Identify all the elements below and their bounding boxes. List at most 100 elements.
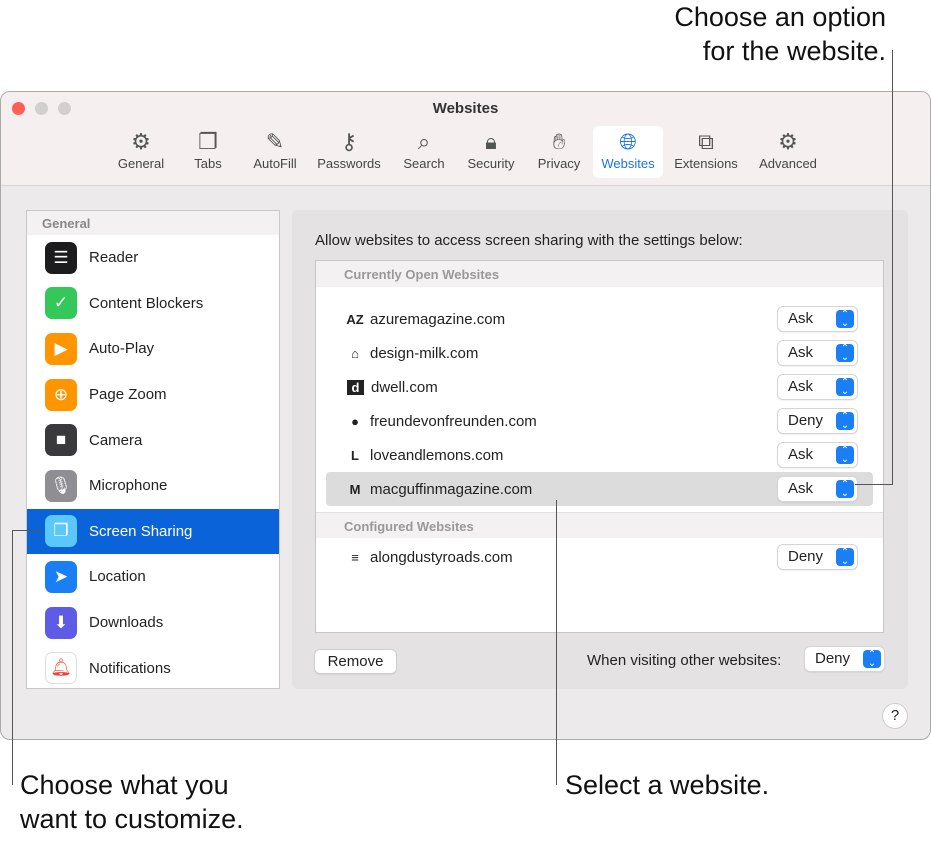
sidebar-item-label: Camera (89, 431, 143, 449)
tab-search[interactable]: ⌕ Search (396, 126, 452, 178)
screen-sharing-icon: ❐ (45, 515, 77, 548)
other-websites-label: When visiting other websites: (587, 652, 782, 669)
tab-general[interactable]: ⚙ General (117, 126, 165, 178)
chevron-updown-icon: ⌃ ⌄ (836, 344, 854, 363)
tab-extensions[interactable]: ⧉ Extensions (669, 126, 743, 178)
popup-value: Ask (788, 310, 814, 327)
favicon-icon: ⌂ (351, 345, 359, 361)
permission-popup[interactable]: Ask ⌃ ⌄ (778, 307, 857, 331)
search-icon: ⌕ (417, 129, 431, 154)
window-title: Websites (432, 100, 499, 117)
popup-value: Ask (788, 378, 814, 395)
settings-panel: Allow websites to access screen sharing … (292, 210, 908, 689)
sidebar-item-label: Page Zoom (89, 386, 167, 404)
tab-label: Security (467, 156, 515, 171)
sidebar-item-content-blockers[interactable]: ✓ Content Blockers (27, 281, 279, 327)
reader-icon: ☰ (45, 241, 77, 274)
website-list: Currently Open Websites Configured Websi… (315, 260, 884, 633)
puzzle-icon: ⧉ (698, 129, 714, 154)
leader-line (556, 500, 557, 785)
permission-popup[interactable]: Ask ⌃ ⌄ (778, 375, 857, 399)
website-row[interactable]: ≡ alongdustyroads.com Deny ⌃ ⌄ (326, 540, 873, 574)
sidebar-item-reader[interactable]: ☰ Reader (27, 235, 279, 281)
website-row[interactable]: Mmacguffinmagazine.com Ask ⌃ ⌄ (326, 472, 873, 506)
tab-autofill[interactable]: ✎ AutoFill (247, 126, 303, 178)
chevron-updown-icon: ⌃ ⌄ (836, 412, 854, 431)
website-row[interactable]: ⌂ design-milk.com Ask ⌃ ⌄ (326, 336, 873, 370)
leader-line (855, 484, 893, 485)
permission-popup[interactable]: Deny ⌃ ⌄ (778, 409, 857, 433)
open-websites-header: Currently Open Websites (316, 261, 883, 287)
chevron-updown-icon: ⌃ ⌄ (836, 378, 854, 397)
callout-line: want to customize. (20, 804, 244, 834)
permission-popup[interactable]: Ask ⌃ ⌄ (778, 443, 857, 467)
leader-line (892, 50, 893, 485)
sidebar-item-downloads[interactable]: ⬇ Downloads (27, 600, 279, 646)
configured-websites-header: Configured Websites (316, 512, 883, 538)
tab-label: Tabs (194, 156, 222, 171)
popup-value: Deny (815, 650, 851, 667)
sidebar-item-location[interactable]: ➤ Location (27, 554, 279, 600)
website-name: azuremagazine.com (370, 310, 506, 328)
website-row[interactable]: ● freundevonfreunden.com Deny ⌃ ⌄ (326, 404, 873, 438)
autofill-icon: ✎ (265, 129, 285, 154)
sidebar-item-label: Microphone (89, 477, 168, 495)
chevron-updown-icon: ⌃ ⌄ (836, 480, 854, 499)
toolbar: Websites ⚙ General ❐ Tabs ✎ AutoFill ⚷ Password… (1, 92, 930, 186)
sidebar-item-label: Auto-Play (89, 340, 155, 358)
favicon-icon: ≡ (351, 549, 359, 565)
gear-icon: ⚙ (131, 129, 151, 154)
sidebar-item-label: Location (89, 568, 146, 586)
sidebar-item-notifications[interactable]: 🔔︎ Notifications (27, 645, 279, 688)
callout-line: Choose what you (20, 770, 229, 800)
tab-label: AutoFill (253, 156, 297, 171)
tab-advanced[interactable]: ⚙ Advanced (751, 126, 825, 178)
tab-privacy[interactable]: ✋︎ Privacy (531, 126, 587, 178)
tab-label: Passwords (317, 156, 381, 171)
help-button[interactable]: ? (883, 704, 907, 728)
callout-choose-what: Choose what you want to customize. (20, 768, 244, 836)
tab-security[interactable]: 🔒︎ Security (461, 126, 521, 178)
leader-line (12, 530, 13, 785)
popup-value: Ask (788, 446, 814, 463)
popup-value: Ask (788, 344, 814, 361)
sidebar-item-microphone[interactable]: 🎙︎ Microphone (27, 463, 279, 509)
popup-value: Deny (788, 548, 824, 565)
website-name: freundevonfreunden.com (370, 412, 537, 430)
download-icon: ⬇ (45, 606, 77, 639)
tab-label: General (117, 156, 165, 171)
sidebar-item-auto-play[interactable]: ▶ Auto-Play (27, 326, 279, 372)
sidebar-item-label: Content Blockers (89, 294, 204, 312)
permission-popup[interactable]: Ask ⌃ ⌄ (778, 477, 857, 501)
popup-value: Ask (788, 480, 814, 497)
preferences-window: Websites ⚙ General ❐ Tabs ✎ AutoFill ⚷ Password… (0, 91, 931, 740)
tab-passwords[interactable]: ⚷ Passwords (313, 126, 385, 178)
permission-popup[interactable]: Ask ⌃ ⌄ (778, 341, 857, 365)
website-row[interactable]: Lloveandlemons.com Ask ⌃ ⌄ (326, 438, 873, 472)
favicon-icon: ● (351, 413, 359, 429)
sidebar-header: General (27, 211, 279, 235)
sidebar-item-label: Downloads (89, 614, 164, 632)
callout-select-website: Select a website. (565, 770, 770, 800)
chevron-updown-icon: ⌃ ⌄ (836, 310, 854, 329)
chevron-updown-icon: ⌃ ⌄ (836, 548, 854, 567)
tab-websites[interactable]: 🌐︎ Websites (593, 126, 663, 178)
sidebar-item-label: Screen Sharing (89, 522, 193, 540)
tab-label: Search (403, 156, 445, 171)
intro-text: Allow websites to access screen sharing … (315, 232, 743, 249)
other-websites-popup[interactable]: Deny ⌃ ⌄ (805, 647, 884, 671)
website-name: dwell.com (371, 378, 438, 396)
sidebar-item-camera[interactable]: ■ Camera (27, 417, 279, 463)
permission-popup[interactable]: Deny ⌃ ⌄ (778, 545, 857, 569)
lock-icon: 🔒︎ (485, 129, 497, 154)
favicon-icon: d (347, 379, 364, 395)
camera-icon: ■ (45, 424, 77, 457)
sidebar-item-page-zoom[interactable]: ⊕ Page Zoom (27, 372, 279, 418)
favicon-icon: L (351, 447, 359, 463)
website-row[interactable]: AZ azuremagazine.com Ask ⌃ ⌄ (326, 302, 873, 336)
remove-button[interactable]: Remove (315, 650, 396, 673)
globe-icon: 🌐︎ (619, 129, 637, 154)
sidebar-item-screen-sharing[interactable]: ❐ Screen Sharing (27, 508, 279, 555)
tab-tabs[interactable]: ❐ Tabs (187, 126, 229, 178)
website-row[interactable]: d dwell.com Ask ⌃ ⌄ (326, 370, 873, 404)
